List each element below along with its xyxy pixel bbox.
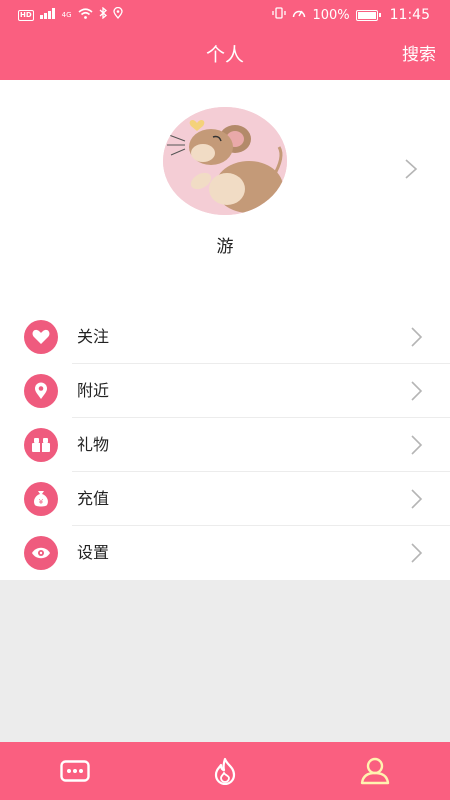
menu-item-label: 附近 xyxy=(77,381,110,400)
bluetooth-icon xyxy=(99,6,107,23)
tab-profile[interactable] xyxy=(300,742,450,800)
wifi-icon xyxy=(78,7,93,23)
chevron-right-icon xyxy=(411,489,423,509)
gift-icon xyxy=(24,428,58,462)
menu-item-settings[interactable]: 设置 xyxy=(0,526,450,580)
bottom-tab-bar xyxy=(0,742,450,800)
menu-item-label: 充值 xyxy=(77,489,110,508)
user-icon xyxy=(360,757,390,785)
signal-icon xyxy=(39,7,56,23)
username: 游 xyxy=(216,237,234,257)
battery-percent: 100% xyxy=(312,7,350,23)
title-bar: 个人 搜索 xyxy=(0,30,450,80)
vibrate-icon xyxy=(272,7,287,23)
status-bar-left: HD 4G xyxy=(18,6,123,23)
hd-badge: HD xyxy=(18,9,34,21)
tab-discover[interactable] xyxy=(150,742,300,800)
menu-list: 关注 附近 礼物 ¥ 充值 设置 xyxy=(0,310,450,580)
page-title: 个人 xyxy=(205,44,244,66)
location-status-icon xyxy=(112,6,123,23)
chevron-right-icon xyxy=(411,327,423,347)
menu-item-label: 礼物 xyxy=(77,435,110,454)
status-bar: HD 4G 100% 11:45 xyxy=(0,0,450,30)
menu-item-recharge[interactable]: ¥ 充值 xyxy=(0,472,450,526)
profile-header[interactable]: 游 xyxy=(0,80,450,310)
chat-bubble-icon xyxy=(60,760,90,782)
chevron-right-icon[interactable] xyxy=(404,158,418,180)
menu-item-gifts[interactable]: 礼物 xyxy=(0,418,450,472)
chevron-right-icon xyxy=(411,543,423,563)
menu-item-nearby[interactable]: 附近 xyxy=(0,364,450,418)
clock: 11:45 xyxy=(389,7,430,23)
network-type-label: 4G xyxy=(61,11,72,19)
menu-item-label: 设置 xyxy=(77,543,110,562)
tab-messages[interactable] xyxy=(0,742,150,800)
money-bag-icon: ¥ xyxy=(24,482,58,516)
chevron-right-icon xyxy=(411,435,423,455)
eye-icon xyxy=(24,536,58,570)
menu-item-follow[interactable]: 关注 xyxy=(0,310,450,364)
battery-icon xyxy=(355,9,381,21)
location-pin-icon xyxy=(24,374,58,408)
avatar[interactable] xyxy=(163,107,287,215)
chevron-right-icon xyxy=(411,381,423,401)
menu-item-label: 关注 xyxy=(77,327,110,346)
heart-icon xyxy=(24,320,58,354)
svg-text:¥: ¥ xyxy=(39,498,44,506)
search-button[interactable]: 搜索 xyxy=(402,30,436,80)
status-bar-right: 100% 11:45 xyxy=(272,7,430,23)
flame-icon xyxy=(214,757,236,785)
speedometer-icon xyxy=(292,7,306,23)
